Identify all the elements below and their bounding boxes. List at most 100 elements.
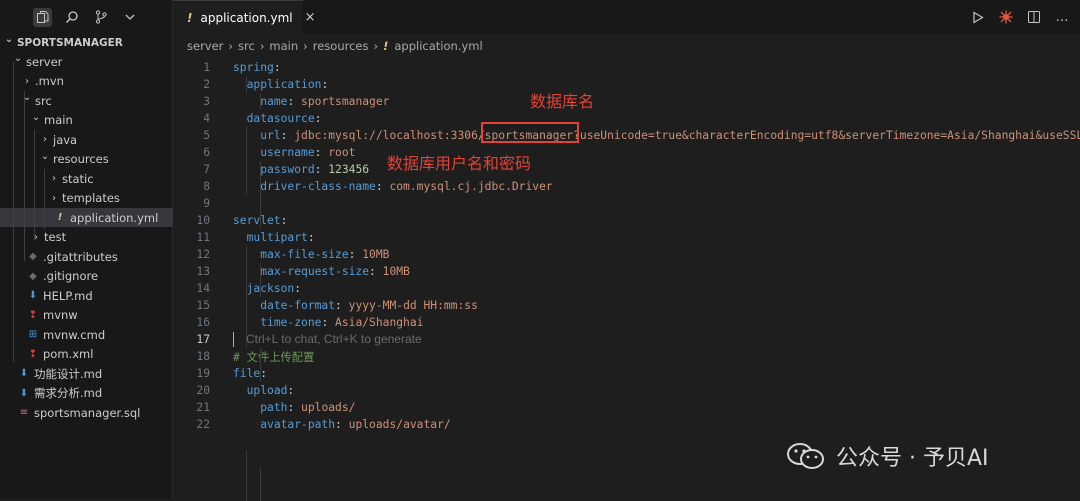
maven-file-icon: ❢ (28, 309, 38, 321)
code-token: 123456 (328, 163, 370, 176)
tree-item[interactable]: ⌄ server (0, 52, 185, 71)
code-line[interactable]: 12 max-file-size: 10MB (173, 246, 1080, 263)
tree-item[interactable]: ◆ .gitignore (0, 267, 194, 286)
tree-item-label: static (62, 171, 94, 186)
more-actions-icon[interactable]: … (1054, 9, 1070, 25)
code-line[interactable]: 2 application: (173, 76, 1080, 93)
line-content: time-zone: Asia/Shanghai (233, 316, 423, 329)
markdown-file-icon: ⬇ (19, 387, 29, 399)
breadcrumb-item[interactable]: resources (313, 39, 369, 53)
tree-item[interactable]: ◆ .gitattributes (0, 247, 194, 266)
code-token: max-request-size (260, 265, 370, 278)
tree-item[interactable]: › .mvn (0, 72, 194, 91)
chevron-right-icon: › (43, 134, 47, 145)
code-token: : (314, 112, 322, 125)
code-line[interactable]: 7 password: 123456 (173, 161, 1080, 178)
search-icon[interactable] (62, 8, 81, 27)
code-line[interactable]: 9 (173, 195, 1080, 212)
code-token: com.mysql.cj.jdbc.Driver (389, 180, 553, 193)
tree-item-label: main (44, 113, 73, 127)
source-control-icon[interactable] (91, 8, 110, 27)
breadcrumb: server › src › main › resources › ! applicat… (173, 34, 1080, 58)
code-token: uploads/ (301, 401, 356, 414)
code-line[interactable]: 10 servlet: (173, 212, 1080, 229)
code-token: password (260, 163, 315, 176)
db-name-highlight-box (481, 122, 579, 143)
tree-item[interactable]: ≡ sportsmanager.sql (0, 403, 185, 422)
code-line[interactable]: 3 name: sportsmanager (173, 93, 1080, 110)
indent-guide (260, 348, 261, 382)
line-content: file: (233, 367, 267, 380)
breadcrumb-item[interactable]: src (238, 39, 255, 53)
code-line[interactable]: 19 file: (173, 365, 1080, 382)
tree-item-label: HELP.md (43, 288, 93, 303)
tree-item-label: test (44, 230, 67, 244)
code-line[interactable]: 8 driver-class-name: com.mysql.cj.jdbc.D… (173, 178, 1080, 195)
code-token: jackson (246, 282, 295, 295)
tree-item[interactable]: ⌄ src (0, 91, 194, 110)
code-line[interactable]: 1 spring: (173, 59, 1080, 76)
code-line[interactable]: 21 path: uploads/ (173, 399, 1080, 416)
line-number: 21 (196, 401, 210, 414)
code-line[interactable]: 14 jackson: (173, 280, 1080, 297)
tree-item[interactable]: ❢ pom.xml (0, 345, 194, 364)
code-line[interactable]: 4 datasource: (173, 110, 1080, 127)
code-token: 10MB (382, 265, 410, 278)
code-line[interactable]: 6 username: root (173, 144, 1080, 161)
tree-item[interactable]: ❢ mvnw (0, 306, 194, 325)
code-line[interactable]: 5 url: jdbc:mysql://localhost:3306/sport… (173, 127, 1080, 144)
tree-item[interactable]: ⬇ 功能设计.md (0, 364, 185, 383)
run-icon[interactable] (970, 9, 986, 25)
line-content: multipart: (233, 231, 315, 244)
split-editor-icon[interactable] (1026, 9, 1042, 25)
code-line[interactable]: 16 time-zone: Asia/Shanghai (173, 314, 1080, 331)
chevron-down-icon[interactable] (120, 8, 139, 27)
code-line[interactable]: 22 avatar-path: uploads/avatar/ (173, 416, 1080, 433)
debug-icon[interactable] (998, 9, 1014, 25)
files-icon[interactable] (33, 7, 52, 27)
tree-item-label: .mvn (35, 74, 64, 88)
tab-application-yml[interactable]: ! application.yml × (173, 0, 316, 34)
code-token: : (321, 78, 329, 91)
code-line[interactable]: 18 # 文件上传配置 (173, 348, 1080, 365)
watermark: 公众号 · 予贝AI (786, 440, 989, 472)
indent-guide (24, 91, 25, 261)
indent-guide (260, 467, 261, 501)
line-number: 6 (203, 146, 210, 159)
tree-item-label: resources (53, 152, 109, 166)
tree-item-label: templates (62, 191, 120, 205)
line-number: 13 (196, 265, 210, 278)
line-number: 12 (196, 248, 210, 261)
line-number: 16 (196, 316, 210, 329)
line-content: upload: (233, 384, 295, 397)
breadcrumb-item[interactable]: main (269, 39, 298, 53)
code-line[interactable]: 20 upload: (173, 382, 1080, 399)
code-token: spring (233, 61, 274, 74)
code-line[interactable]: 11 multipart: (173, 229, 1080, 246)
tree-item[interactable]: ⬇ 需求分析.md (0, 384, 185, 403)
code-token: yyyy-MM-dd HH:mm:ss (348, 299, 478, 312)
breadcrumb-item[interactable]: server (187, 39, 223, 53)
explorer-project-root[interactable]: ⌄ SPORTSMANAGER (0, 33, 176, 52)
code-token: : (294, 282, 302, 295)
code-line[interactable]: 15 date-format: yyyy-MM-dd HH:mm:ss (173, 297, 1080, 314)
code-line[interactable]: 17 Ctrl+L to chat, Ctrl+K to generate (173, 331, 1080, 348)
text-cursor (233, 332, 234, 348)
yaml-file-icon: ! (187, 10, 193, 25)
tree-item[interactable]: ⊞ mvnw.cmd (0, 325, 194, 344)
chevron-down-icon: ⌄ (13, 53, 23, 64)
tree-item[interactable]: ⬇ HELP.md (0, 286, 194, 305)
code-token: : (287, 95, 302, 108)
indent-guide (246, 127, 247, 195)
code-line[interactable]: 13 max-request-size: 10MB (173, 263, 1080, 280)
tree-item-label: application.yml (70, 210, 159, 225)
line-content: spring: (233, 61, 281, 74)
chevron-down-icon: ⌄ (40, 150, 50, 162)
breadcrumb-file[interactable]: application.yml (394, 39, 482, 53)
code-token: root (328, 146, 356, 159)
chevron-right-icon: › (52, 173, 56, 184)
close-icon[interactable]: × (305, 10, 316, 25)
tree-item-label: mvnw (43, 308, 78, 322)
